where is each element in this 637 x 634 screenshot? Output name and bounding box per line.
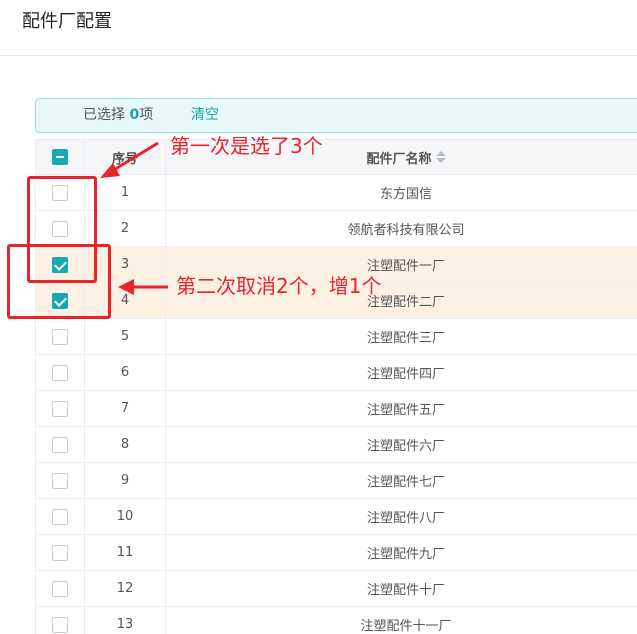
annotation-arrows [100,141,168,295]
arrow-first-head [100,163,120,178]
arrow-second-head [118,279,134,295]
annotation-first: 第一次是选了3个 [170,134,323,158]
annotation-second: 第二次取消2个，增1个 [176,274,382,298]
arrow-first-line [111,141,159,173]
